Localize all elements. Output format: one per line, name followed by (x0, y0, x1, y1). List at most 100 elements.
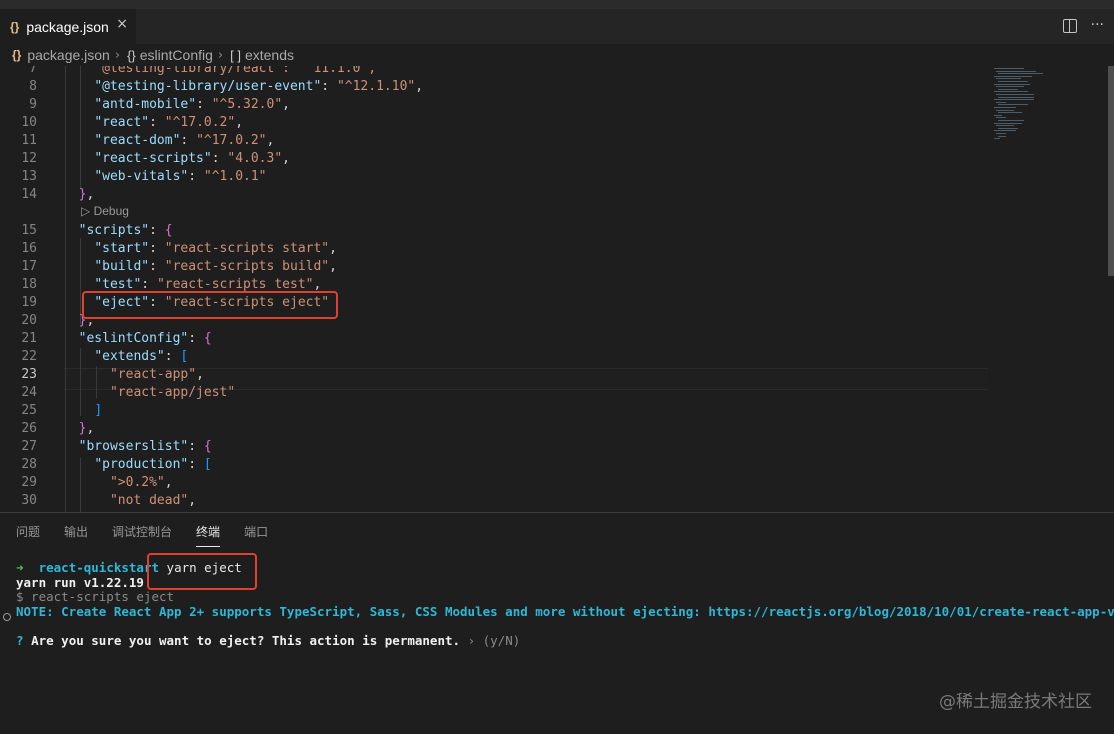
minimap[interactable] (990, 66, 1100, 512)
code-text: "not dead", (109, 493, 197, 508)
code-line[interactable]: 24 "react-app/jest" (0, 384, 990, 402)
line-number: 23 (21, 367, 37, 382)
breadcrumb-item-file[interactable]: package.json (27, 47, 110, 63)
code-text: "react-dom": "^17.0.2", (94, 133, 275, 148)
minimap-line (998, 112, 1022, 114)
code-line[interactable]: 7 "@testing-library/react": "^11.1.0", (0, 66, 990, 78)
code-line[interactable]: 9 "antd-mobile": "^5.32.0", (0, 96, 990, 114)
code-line[interactable]: 10 "react": "^17.0.2", (0, 114, 990, 132)
code-line[interactable]: 11 "react-dom": "^17.0.2", (0, 132, 990, 150)
panel-tab[interactable]: 端口 (244, 523, 268, 547)
panel-tab[interactable]: 问题 (16, 523, 40, 547)
object-icon: {} (127, 47, 136, 63)
code-text: "eslintConfig": { (78, 331, 212, 346)
minimap-line (998, 88, 1018, 90)
minimap-line (996, 94, 1034, 95)
close-icon[interactable]: × (116, 16, 128, 32)
code-line[interactable]: 28 "production": [ (0, 456, 990, 474)
tab-actions: ··· (1062, 17, 1104, 33)
watermark: @稀土掘金技术社区 (939, 692, 1092, 712)
line-number: 7 (29, 66, 37, 76)
line-number: 21 (21, 331, 37, 346)
minimap-line (998, 135, 1006, 137)
bottom-panel: 问题 输出 调试控制台 终端 端口 ➜ react-quickstart yarn ej… (0, 512, 1114, 734)
minimap-line (994, 99, 1034, 101)
code-line[interactable]: 16 "start": "react-scripts start", (0, 240, 990, 258)
array-icon: [ ] (230, 47, 241, 63)
code-text: "react-app", (109, 367, 204, 382)
terminal-yarn-version: yarn run v1.22.19 (16, 574, 144, 590)
code-line[interactable]: 21 "eslintConfig": { (0, 330, 990, 348)
breadcrumb-item-eslintconfig[interactable]: eslintConfig (140, 47, 213, 63)
json-file-icon: {} (10, 19, 20, 34)
panel-tabs: 问题 输出 调试控制台 终端 端口 (16, 523, 292, 547)
code-text: }, (78, 421, 95, 436)
line-number: 8 (29, 79, 37, 94)
code-text: "@testing-library/user-event": "^12.1.10… (94, 79, 424, 94)
breadcrumb-item-extends[interactable]: extends (245, 47, 294, 63)
code-text: ] (94, 403, 103, 418)
title-bar-strip (0, 0, 1114, 9)
code-line[interactable]: 22 "extends": [ (0, 348, 990, 366)
terminal-status-icon (3, 613, 11, 621)
code-text: ">0.2%", (109, 475, 173, 490)
code-line[interactable]: 29 ">0.2%", (0, 474, 990, 492)
code-text: "web-vitals": "^1.0.1" (94, 169, 267, 184)
tab-filename: package.json (26, 18, 109, 35)
line-number: 28 (21, 457, 37, 472)
breadcrumb: {} package.json › {} eslintConfig › [ ] … (0, 44, 1114, 66)
split-editor-icon[interactable] (1062, 19, 1077, 33)
code-line[interactable]: 15 "scripts": { (0, 222, 990, 240)
editor-scrollbar[interactable] (1108, 66, 1114, 276)
editor-tab-bar: {} package.json × ··· (0, 9, 1114, 44)
line-number: 30 (21, 493, 37, 508)
line-number: 26 (21, 421, 37, 436)
line-number: 14 (21, 187, 37, 202)
more-actions-icon[interactable]: ··· (1091, 17, 1104, 33)
code-line[interactable]: 12 "react-scripts": "4.0.3", (0, 150, 990, 168)
line-number: 22 (21, 349, 37, 364)
code-line[interactable]: 23 "react-app", (0, 366, 990, 384)
code-line[interactable]: 30 "not dead", (0, 492, 990, 510)
line-number: 18 (21, 277, 37, 292)
panel-tab[interactable]: 输出 (64, 523, 88, 547)
minimap-line (996, 101, 1006, 103)
line-number: 29 (21, 475, 37, 490)
chevron-right-icon: › (217, 47, 224, 63)
minimap-line (994, 122, 1022, 124)
code-line[interactable]: 26 }, (0, 420, 990, 438)
code-line[interactable]: 13 "web-vitals": "^1.0.1" (0, 168, 990, 186)
line-number: 15 (21, 223, 37, 238)
code-line[interactable]: 25 ] (0, 402, 990, 420)
code-editor[interactable]: 7 "@testing-library/react": "^11.1.0", 8 … (0, 66, 1114, 512)
line-number: 10 (21, 115, 37, 130)
panel-tab[interactable]: 调试控制台 (112, 523, 172, 547)
json-file-icon: {} (12, 48, 22, 62)
minimap-line (996, 117, 1006, 119)
line-number: 13 (21, 169, 37, 184)
minimap-line (996, 86, 1024, 88)
chevron-right-icon: › (114, 47, 121, 63)
line-number: 16 (21, 241, 37, 256)
minimap-line (998, 127, 1018, 129)
line-number: 9 (29, 97, 37, 112)
terminal-eject-question: ? Are you sure you want to eject? This a… (16, 632, 521, 648)
tab-package-json[interactable]: {} package.json × (0, 9, 136, 44)
panel-tab[interactable]: 终端 (196, 523, 221, 547)
minimap-line (994, 83, 1030, 85)
minimap-line (994, 114, 1002, 116)
code-line[interactable]: 27 "browserslist": { (0, 438, 990, 456)
code-line[interactable]: 8 "@testing-library/user-event": "^12.1.… (0, 78, 990, 96)
code-text: }, (78, 187, 95, 202)
code-line[interactable]: 14 }, (0, 186, 990, 204)
code-text: "react": "^17.0.2", (94, 115, 244, 130)
line-number: 12 (21, 151, 37, 166)
minimap-line (994, 138, 1000, 140)
line-number: 11 (21, 133, 37, 148)
codelens-debug[interactable]: ▷ Debug (81, 204, 129, 218)
annotation-box-yarn-eject (147, 553, 257, 590)
code-line[interactable]: 17 "build": "react-scripts build", (0, 258, 990, 276)
annotation-box-eject-script (82, 291, 338, 319)
minimap-line (994, 107, 1016, 108)
minimap-line (998, 73, 1043, 75)
